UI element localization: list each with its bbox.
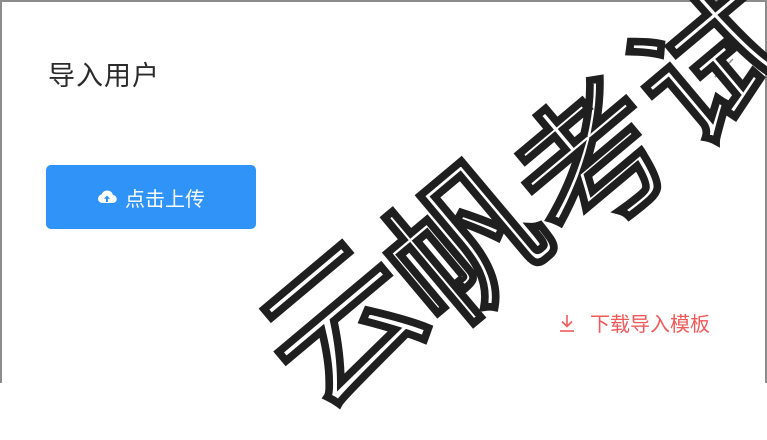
download-icon xyxy=(558,313,576,333)
upload-button-label: 点击上传 xyxy=(125,186,205,211)
dialog-title: 导入用户 xyxy=(48,61,160,92)
upload-button[interactable]: 点击上传 xyxy=(46,165,256,229)
download-link-label: 下载导入模板 xyxy=(590,312,710,336)
close-icon[interactable] xyxy=(711,55,737,81)
download-template-link[interactable]: 下载导入模板 xyxy=(558,308,710,337)
import-users-dialog: 导入用户 点击上传 下载导入模板 xyxy=(0,0,767,383)
cloud-upload-icon xyxy=(97,189,117,205)
